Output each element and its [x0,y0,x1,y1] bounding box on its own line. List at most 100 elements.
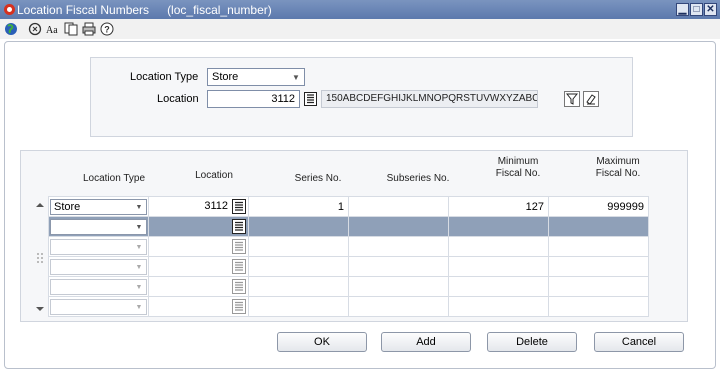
cell-series-no[interactable]: 1 [248,196,349,217]
cell-location[interactable]: 3112 [148,196,249,217]
list-of-values-icon[interactable] [232,299,246,314]
cell-subseries-no[interactable] [348,296,449,317]
form-name: (loc_fiscal_number) [167,2,272,17]
cell-series-no[interactable] [248,276,349,297]
oracle-logo-icon [4,4,15,15]
header-line: Maximum [596,156,640,167]
column-header-subseries-no: Subseries No. [386,173,450,184]
location-label: Location [157,93,199,105]
cell-location-type[interactable]: Store ▼ [48,196,149,217]
list-of-values-icon[interactable] [232,279,246,294]
cell-location[interactable] [148,256,249,277]
grid-scrollbar[interactable] [34,196,46,318]
cancel-button[interactable]: Cancel [594,332,684,352]
table-row[interactable]: ▼ [48,256,649,277]
minimize-icon[interactable]: ▁ [676,3,689,16]
add-button[interactable]: Add [381,332,471,352]
column-header-location-type: Location Type [82,173,146,184]
svg-text:?: ? [104,25,110,35]
cell-subseries-no[interactable] [348,216,449,237]
cell-location[interactable] [148,296,249,317]
cell-subseries-no[interactable] [348,256,449,277]
grid-table: Store ▼ 3112 1 127 999999 ▼ ▼ ▼ ▼ ▼ [48,196,649,317]
globe-icon[interactable] [3,21,19,37]
table-row[interactable]: ▼ [48,296,649,317]
cell-location-type[interactable]: ▼ [48,276,149,297]
cell-location-type[interactable]: ▼ [48,296,149,317]
location-type-select[interactable]: ▼ [50,259,147,275]
cell-max-fiscal[interactable] [548,276,649,297]
cell-max-fiscal[interactable]: 999999 [548,196,649,217]
list-of-values-icon[interactable] [302,91,318,107]
column-header-maximum-fiscal-no: Maximum Fiscal No. [568,156,668,180]
clear-filter-icon[interactable] [583,91,599,107]
location-type-label: Location Type [130,71,199,83]
cell-series-no[interactable] [248,296,349,317]
cell-max-fiscal[interactable] [548,216,649,237]
cell-location[interactable] [148,276,249,297]
cell-series-no[interactable] [248,256,349,277]
table-row[interactable]: ▼ [48,236,649,257]
ok-button[interactable]: OK [277,332,367,352]
cell-min-fiscal[interactable]: 127 [448,196,549,217]
header-line: Minimum [497,156,539,167]
cell-max-fiscal[interactable] [548,296,649,317]
cell-min-fiscal[interactable] [448,296,549,317]
print-icon[interactable] [81,21,97,37]
location-type-select[interactable]: ▼ [50,239,147,255]
cell-max-fiscal[interactable] [548,236,649,257]
chevron-down-icon[interactable]: ▼ [132,260,146,274]
table-row[interactable]: Store ▼ 3112 1 127 999999 [48,196,649,217]
cell-location[interactable] [148,216,249,237]
cell-min-fiscal[interactable] [448,276,549,297]
delete-button[interactable]: Delete [487,332,577,352]
help-icon[interactable]: ? [99,21,115,37]
toolbar: Aa ? [0,19,720,39]
cell-subseries-no[interactable] [348,196,449,217]
window-title: Location Fiscal Numbers [17,2,150,17]
column-header-series-no: Series No. [294,173,342,184]
location-type-value: Store [54,201,81,213]
content-panel: Location Type Store ▼ Location 3112 150A… [4,41,716,369]
cell-series-no[interactable] [248,236,349,257]
list-of-values-icon[interactable] [232,239,246,254]
cell-series-no[interactable] [248,216,349,237]
cell-min-fiscal[interactable] [448,256,549,277]
close-icon[interactable]: ✕ [704,3,717,16]
location-type-select[interactable]: Store ▼ [50,199,147,215]
location-name-display: 150ABCDEFGHIJKLMNOPQRSTUVWXYZABC [321,90,538,108]
column-header-location: Location [195,170,233,181]
location-type-select[interactable]: Store ▼ [207,68,305,86]
cell-subseries-no[interactable] [348,276,449,297]
location-type-select[interactable]: ▼ [50,219,147,235]
cell-location-type[interactable]: ▼ [48,236,149,257]
chevron-down-icon[interactable]: ▼ [132,220,146,234]
font-icon[interactable]: Aa [45,21,61,37]
filter-icon[interactable] [564,91,580,107]
table-row[interactable]: ▼ [48,216,649,237]
location-type-select[interactable]: ▼ [50,279,147,295]
cell-subseries-no[interactable] [348,236,449,257]
title-bar: Location Fiscal Numbers (loc_fiscal_numb… [0,0,720,19]
location-type-select[interactable]: ▼ [50,299,147,315]
chevron-down-icon[interactable]: ▼ [132,200,146,214]
list-of-values-icon[interactable] [232,259,246,274]
chevron-down-icon[interactable]: ▼ [288,69,304,85]
cell-location[interactable] [148,236,249,257]
cell-min-fiscal[interactable] [448,236,549,257]
location-type-value: Store [212,71,239,83]
cell-location-type[interactable]: ▼ [48,256,149,277]
chevron-down-icon[interactable]: ▼ [132,280,146,294]
table-row[interactable]: ▼ [48,276,649,297]
location-input[interactable]: 3112 [207,90,300,108]
list-of-values-icon[interactable] [232,219,246,234]
chevron-down-icon[interactable]: ▼ [132,300,146,314]
cell-min-fiscal[interactable] [448,216,549,237]
maximize-icon[interactable]: □ [690,3,703,16]
cell-max-fiscal[interactable] [548,256,649,277]
list-of-values-icon[interactable] [232,199,246,214]
spellcheck-icon[interactable] [27,21,43,37]
copy-icon[interactable] [63,21,79,37]
cell-location-type[interactable]: ▼ [48,216,149,237]
chevron-down-icon[interactable]: ▼ [132,240,146,254]
